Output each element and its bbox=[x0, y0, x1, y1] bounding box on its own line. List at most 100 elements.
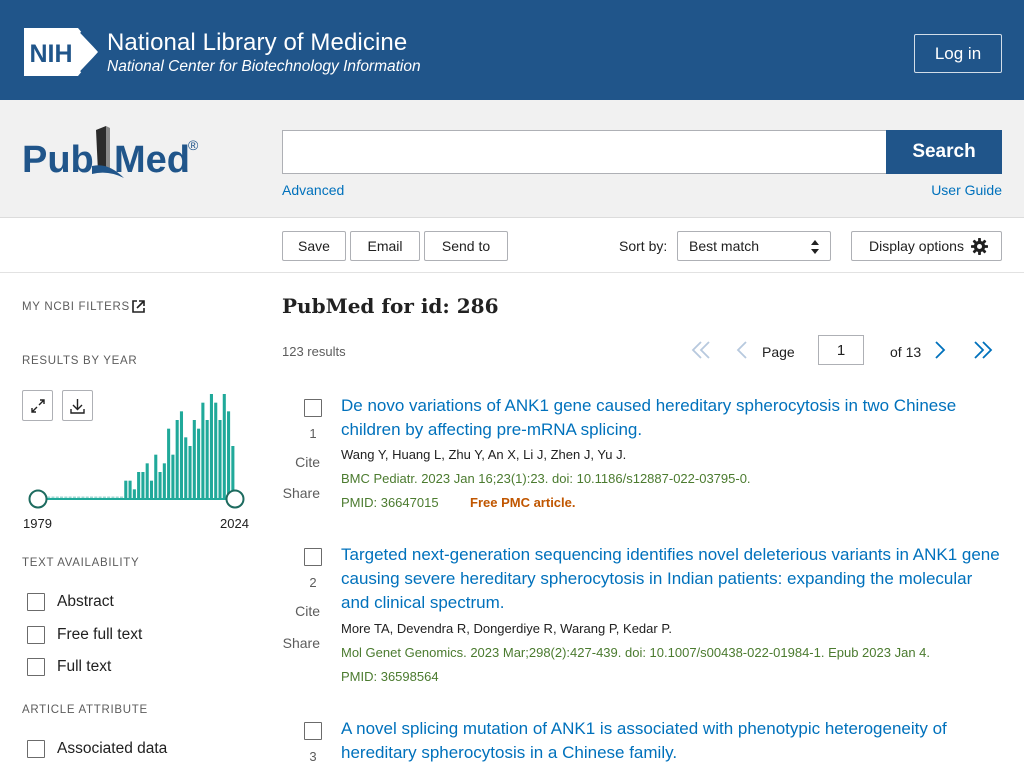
filter-label: Free full text bbox=[57, 626, 143, 643]
nih-logo-text: NIH bbox=[29, 40, 72, 68]
histogram-bar bbox=[201, 402, 205, 498]
external-link-icon[interactable] bbox=[132, 300, 145, 313]
share-button[interactable]: Share bbox=[282, 635, 320, 651]
advanced-search-link[interactable]: Advanced bbox=[282, 182, 344, 198]
histogram-bar bbox=[214, 402, 218, 498]
free-pmc-article-link[interactable]: Free PMC article. bbox=[470, 495, 576, 510]
filter-label: Associated data bbox=[57, 740, 168, 757]
filter-label: Full text bbox=[57, 658, 112, 675]
page-number-input[interactable]: 1 bbox=[818, 335, 864, 365]
result-authors: Wang Y, Huang L, Zhu Y, An X, Li J, Zhen… bbox=[341, 447, 627, 462]
sort-select[interactable]: Best match bbox=[677, 231, 831, 261]
histogram-bar bbox=[85, 496, 89, 498]
result-number: 1 bbox=[309, 426, 317, 441]
result-pmid: PMID: 36647015 bbox=[341, 495, 439, 510]
histogram-bar bbox=[149, 480, 154, 498]
my-ncbi-filters-heading[interactable]: MY NCBI FILTERS bbox=[22, 301, 130, 313]
result-title-link[interactable]: A novel splicing mutation of ANK1 is ass… bbox=[341, 717, 1001, 765]
result-checkbox[interactable] bbox=[304, 722, 322, 740]
histogram-bar bbox=[128, 480, 132, 498]
article-attribute-heading: ARTICLE ATTRIBUTE bbox=[22, 704, 148, 716]
histogram-bar bbox=[222, 394, 226, 498]
histogram-bar bbox=[154, 454, 158, 498]
histogram-bar bbox=[209, 394, 213, 498]
result-authors: More TA, Devendra R, Dongerdiye R, Waran… bbox=[341, 621, 672, 636]
filter-full-text[interactable]: Full text bbox=[27, 657, 111, 677]
last-page-icon[interactable] bbox=[972, 340, 994, 360]
results-by-year-histogram[interactable] bbox=[22, 390, 252, 515]
filter-abstract[interactable]: Abstract bbox=[27, 592, 114, 612]
email-button[interactable]: Email bbox=[350, 231, 420, 261]
previous-page-icon[interactable] bbox=[734, 340, 748, 360]
histogram-bar bbox=[98, 496, 102, 498]
next-page-icon[interactable] bbox=[934, 340, 948, 360]
histogram-bar bbox=[218, 420, 222, 498]
first-page-icon[interactable] bbox=[690, 340, 712, 360]
histogram-bar bbox=[171, 454, 175, 498]
result-citation: BMC Pediatr. 2023 Jan 16;23(1):23. doi: … bbox=[341, 471, 751, 486]
histogram-bar bbox=[64, 496, 68, 498]
pubmed-logo[interactable]: Pub Med ® bbox=[22, 124, 206, 188]
results-count: 123 results bbox=[282, 344, 346, 359]
filter-associated-data[interactable]: Associated data bbox=[27, 739, 167, 759]
histogram-bar bbox=[68, 496, 72, 498]
histogram-bar bbox=[81, 496, 85, 498]
cite-button[interactable]: Cite bbox=[282, 454, 320, 470]
results-title: PubMed for id: 286 bbox=[282, 294, 499, 318]
sort-value: Best match bbox=[689, 238, 760, 254]
histogram-bar bbox=[107, 496, 111, 498]
login-button[interactable]: Log in bbox=[914, 34, 1002, 73]
histogram-bar bbox=[94, 496, 98, 498]
pubmed-logo-pub: Pub bbox=[22, 139, 94, 181]
filter-checkbox[interactable] bbox=[27, 626, 45, 644]
sort-label: Sort by: bbox=[619, 238, 668, 254]
histogram-bar bbox=[162, 463, 166, 498]
histogram-bar bbox=[72, 496, 76, 498]
range-end-handle bbox=[225, 489, 245, 509]
histogram-bar bbox=[89, 496, 94, 498]
result-checkbox[interactable] bbox=[304, 548, 322, 566]
filter-checkbox[interactable] bbox=[27, 658, 45, 676]
filter-free-full-text[interactable]: Free full text bbox=[27, 625, 142, 645]
cite-button[interactable]: Cite bbox=[282, 603, 320, 619]
histogram-bar bbox=[55, 496, 59, 498]
histogram-bar bbox=[51, 496, 55, 498]
result-checkbox[interactable] bbox=[304, 399, 322, 417]
result-pmid: PMID: 36598564 bbox=[341, 669, 439, 684]
save-button[interactable]: Save bbox=[282, 231, 346, 261]
filter-checkbox[interactable] bbox=[27, 593, 45, 611]
send-to-button[interactable]: Send to bbox=[424, 231, 508, 261]
display-options-label: Display options bbox=[869, 238, 964, 254]
histogram-bar bbox=[60, 496, 64, 498]
histogram-bar bbox=[158, 472, 162, 498]
nih-header: NIH National Library of Medicine Nationa… bbox=[0, 0, 1024, 100]
histogram-bar bbox=[115, 496, 119, 498]
filter-label: Abstract bbox=[57, 593, 114, 610]
histogram-bar bbox=[179, 411, 184, 498]
result-title-link[interactable]: De novo variations of ANK1 gene caused h… bbox=[341, 394, 1001, 442]
result-citation: Mol Genet Genomics. 2023 Mar;298(2):427-… bbox=[341, 645, 931, 660]
histogram-bar bbox=[192, 420, 196, 498]
ncbi-subtitle: National Center for Biotechnology Inform… bbox=[107, 58, 421, 75]
share-button[interactable]: Share bbox=[282, 485, 320, 501]
result-title-link[interactable]: Targeted next-generation sequencing iden… bbox=[341, 543, 1001, 615]
nih-logo[interactable]: NIH bbox=[22, 28, 100, 76]
histogram-bar bbox=[132, 489, 136, 498]
search-button[interactable]: Search bbox=[886, 130, 1002, 174]
display-options-button[interactable]: Display options bbox=[851, 231, 1002, 261]
histogram-bar bbox=[205, 420, 209, 498]
registered-mark: ® bbox=[188, 137, 199, 153]
result-number: 2 bbox=[309, 575, 317, 590]
search-input[interactable] bbox=[282, 130, 887, 174]
histogram-bar bbox=[137, 472, 141, 498]
search-result: 2 Cite Share Targeted next-generation se… bbox=[282, 543, 1002, 686]
filter-checkbox[interactable] bbox=[27, 740, 45, 758]
histogram-bar bbox=[141, 472, 145, 498]
results-by-year-heading: RESULTS BY YEAR bbox=[22, 355, 138, 367]
page-total-label: of 13 bbox=[890, 344, 922, 360]
histogram-bar bbox=[77, 496, 81, 498]
histogram-bar bbox=[197, 428, 201, 498]
histogram-bar bbox=[145, 463, 149, 498]
user-guide-link[interactable]: User Guide bbox=[931, 182, 1002, 198]
histogram-bar bbox=[47, 496, 51, 498]
